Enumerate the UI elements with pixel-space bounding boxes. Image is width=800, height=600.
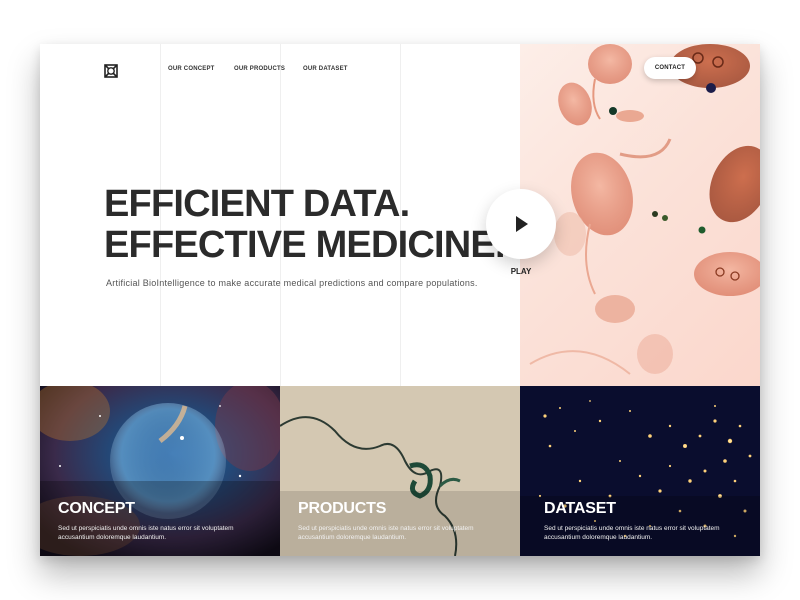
headline-line-1: EFFICIENT DATA.: [104, 183, 410, 225]
contact-button[interactable]: CONTACT: [644, 57, 696, 79]
headline-line-2: EFFECTIVE MEDICINE.: [104, 224, 506, 266]
card-title: PRODUCTS: [298, 500, 387, 517]
hero-headline: EFFICIENT DATA. EFFECTIVE MEDICINE.: [104, 183, 506, 266]
card-description: Sed ut perspiciatis unde omnis iste natu…: [298, 525, 474, 541]
play-button[interactable]: [486, 189, 556, 259]
logo-icon[interactable]: [104, 64, 118, 78]
nav-our-dataset[interactable]: OUR DATASET: [303, 66, 348, 72]
card-description: Sed ut perspiciatis unde omnis iste natu…: [544, 525, 720, 541]
card-dataset[interactable]: DATASET Sed ut perspiciatis unde omnis i…: [520, 386, 760, 556]
nav-our-concept[interactable]: OUR CONCEPT: [168, 66, 215, 72]
nav-our-products[interactable]: OUR PRODUCTS: [234, 66, 285, 72]
card-title: DATASET: [544, 500, 616, 517]
card-description: Sed ut perspiciatis unde omnis iste natu…: [58, 525, 234, 541]
card-title: CONCEPT: [58, 500, 135, 517]
hero-subline: Artificial BioIntelligence to make accur…: [106, 278, 478, 288]
jellyfish-hero-image: [520, 44, 760, 386]
play-icon: [516, 216, 528, 232]
play-label[interactable]: PLAY: [506, 267, 536, 276]
page-frame: OUR CONCEPT OUR PRODUCTS OUR DATASET CON…: [40, 44, 760, 556]
card-products[interactable]: PRODUCTS Sed ut perspiciatis unde omnis …: [280, 386, 520, 556]
card-concept[interactable]: CONCEPT Sed ut perspiciatis unde omnis i…: [40, 386, 280, 556]
